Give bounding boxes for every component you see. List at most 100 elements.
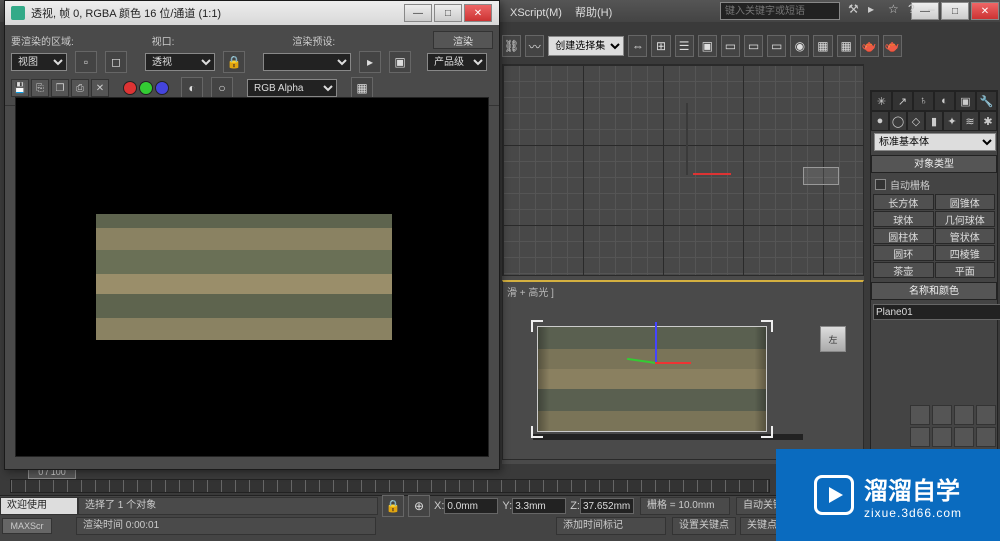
- gizmo-z-axis[interactable]: [655, 322, 657, 362]
- hierarchy-tab[interactable]: ♄: [913, 91, 934, 111]
- cylinder-button[interactable]: 圆柱体: [873, 228, 934, 244]
- render-frame-icon[interactable]: ▦: [837, 35, 856, 57]
- render-titlebar[interactable]: 透视, 帧 0, RGBA 颜色 16 位/通道 (1:1) — □ ✕: [5, 1, 499, 25]
- dash-icon[interactable]: –: [928, 2, 942, 16]
- teapot2-icon[interactable]: 🫖: [883, 35, 902, 57]
- space-tab[interactable]: ≋: [961, 111, 979, 131]
- coord-icon[interactable]: ⊕: [408, 495, 430, 517]
- mirror-icon[interactable]: ⇔: [628, 35, 647, 57]
- teapot-icon[interactable]: 🫖: [860, 35, 879, 57]
- menu-help[interactable]: 帮助(H): [575, 7, 612, 19]
- viewport-dropdown[interactable]: 透视: [145, 53, 215, 71]
- display-tab[interactable]: ▣: [955, 91, 976, 111]
- plane-button[interactable]: 平面: [935, 262, 996, 278]
- curve-icon[interactable]: 〰: [525, 35, 544, 57]
- render-close-button[interactable]: ✕: [464, 4, 492, 22]
- add-time-marker[interactable]: 添加时间标记: [556, 517, 666, 535]
- production-dropdown[interactable]: 产品级: [427, 53, 487, 71]
- object-wireframe[interactable]: [803, 167, 839, 185]
- green-channel-toggle[interactable]: [139, 81, 153, 95]
- autogrid-checkbox[interactable]: [875, 179, 886, 190]
- clone-icon[interactable]: ❐: [51, 79, 69, 97]
- rollout-object-type[interactable]: 对象类型: [871, 155, 997, 173]
- utilities-tab[interactable]: 🔧: [976, 91, 997, 111]
- box-button[interactable]: 长方体: [873, 194, 934, 210]
- lights-tab[interactable]: ◇: [907, 111, 925, 131]
- systems-tab[interactable]: ✱: [979, 111, 997, 131]
- zoom-icon[interactable]: [932, 405, 952, 425]
- motion-tab[interactable]: ◐: [934, 91, 955, 111]
- move-gizmo[interactable]: [635, 346, 675, 386]
- scene-icon[interactable]: ▣: [698, 35, 717, 57]
- ribbon-icon[interactable]: ▸: [868, 2, 882, 16]
- tool-icon[interactable]: ⚒: [848, 2, 862, 16]
- material-icon[interactable]: ◉: [790, 35, 809, 57]
- viewcube[interactable]: 左: [813, 322, 853, 362]
- render-output-canvas[interactable]: [15, 97, 489, 457]
- object-name-input[interactable]: [873, 304, 1000, 320]
- cameras-tab[interactable]: ▮: [925, 111, 943, 131]
- close-button[interactable]: ✕: [971, 2, 999, 20]
- maxscript-mini[interactable]: MAXScr: [2, 518, 52, 534]
- geometry-tab[interactable]: ●: [871, 111, 889, 131]
- maximize-button[interactable]: □: [941, 2, 969, 20]
- alpha-toggle-icon[interactable]: ◐: [181, 77, 203, 99]
- gizmo-x-axis[interactable]: [655, 362, 691, 364]
- lock-selection-icon[interactable]: 🔒: [382, 495, 404, 517]
- channel-dropdown[interactable]: RGB Alpha: [247, 79, 337, 97]
- search-input[interactable]: [720, 2, 840, 20]
- toggle-ui-icon[interactable]: ▦: [351, 77, 373, 99]
- cone-button[interactable]: 圆锥体: [935, 194, 996, 210]
- render-button[interactable]: 渲染: [433, 31, 493, 49]
- render-maximize-button[interactable]: □: [434, 4, 462, 22]
- nav2-icon[interactable]: [932, 427, 952, 447]
- viewport-perspective[interactable]: 滑 + 高光 ] 左: [502, 280, 864, 460]
- sphere-button[interactable]: 球体: [873, 211, 934, 227]
- maximize-viewport-icon[interactable]: [976, 405, 996, 425]
- link-icon[interactable]: ⛓: [502, 35, 521, 57]
- menu-maxscript[interactable]: XScript(M): [510, 7, 562, 19]
- create-tab[interactable]: ✳: [871, 91, 892, 111]
- viewport-top[interactable]: [502, 64, 864, 276]
- category-dropdown[interactable]: 标准基本体: [874, 133, 996, 151]
- rollout-name-color[interactable]: 名称和颜色: [871, 282, 997, 300]
- box3-icon[interactable]: ▭: [767, 35, 786, 57]
- teapot-button[interactable]: 茶壶: [873, 262, 934, 278]
- region-icon[interactable]: ▫: [75, 51, 97, 73]
- setkey-button[interactable]: 设置关键点: [672, 517, 736, 535]
- nav1-icon[interactable]: [910, 427, 930, 447]
- selection-set-dropdown[interactable]: 创建选择集: [548, 36, 624, 56]
- z-coord-input[interactable]: [580, 498, 634, 514]
- copy-icon[interactable]: ⎘: [31, 79, 49, 97]
- red-channel-toggle[interactable]: [123, 81, 137, 95]
- crop-icon[interactable]: ◻: [105, 51, 127, 73]
- mono-toggle-icon[interactable]: ○: [211, 77, 233, 99]
- preset-save-icon[interactable]: ▣: [389, 51, 411, 73]
- x-coord-input[interactable]: [444, 498, 498, 514]
- pyramid-button[interactable]: 四棱锥: [935, 245, 996, 261]
- render-minimize-button[interactable]: —: [404, 4, 432, 22]
- nav4-icon[interactable]: [976, 427, 996, 447]
- nav3-icon[interactable]: [954, 427, 974, 447]
- torus-button[interactable]: 圆环: [873, 245, 934, 261]
- geosphere-button[interactable]: 几何球体: [935, 211, 996, 227]
- render-setup-icon[interactable]: ▦: [813, 35, 832, 57]
- preset-dropdown[interactable]: [263, 53, 351, 71]
- print-icon[interactable]: ⎙: [71, 79, 89, 97]
- area-dropdown[interactable]: 视图: [11, 53, 67, 71]
- blue-channel-toggle[interactable]: [155, 81, 169, 95]
- tube-button[interactable]: 管状体: [935, 228, 996, 244]
- clear-icon[interactable]: ✕: [91, 79, 109, 97]
- help-icon[interactable]: ?: [908, 2, 922, 16]
- viewport-label[interactable]: 滑 + 高光 ]: [507, 284, 554, 299]
- helpers-tab[interactable]: ✦: [943, 111, 961, 131]
- lock-icon[interactable]: 🔒: [223, 51, 245, 73]
- preset-load-icon[interactable]: ▸: [359, 51, 381, 73]
- box1-icon[interactable]: ▭: [721, 35, 740, 57]
- shapes-tab[interactable]: ◯: [889, 111, 907, 131]
- save-image-icon[interactable]: 💾: [11, 79, 29, 97]
- timeline-track[interactable]: [10, 479, 770, 493]
- box2-icon[interactable]: ▭: [744, 35, 763, 57]
- align-icon[interactable]: ⊞: [651, 35, 670, 57]
- layers-icon[interactable]: ☰: [675, 35, 694, 57]
